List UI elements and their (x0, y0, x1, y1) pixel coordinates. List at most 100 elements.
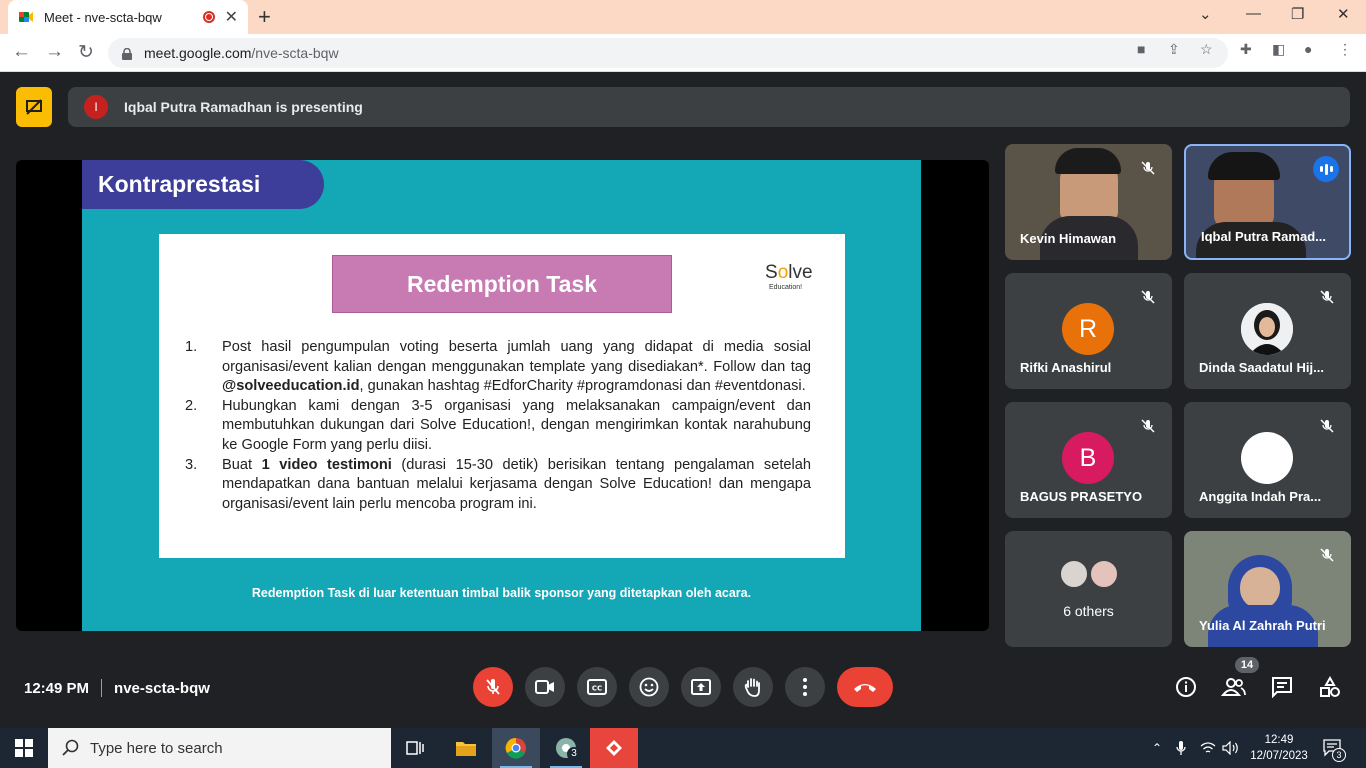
task-item: 2. Hubungkan kami dengan 3-5 organisasi … (185, 397, 811, 453)
network-icon[interactable] (1200, 728, 1216, 768)
notification-center-icon[interactable]: 3 (1323, 728, 1346, 768)
more-options-button[interactable] (785, 667, 825, 707)
chrome-icon (505, 737, 526, 759)
extensions-icon[interactable]: ✚ (1240, 41, 1252, 58)
reload-icon[interactable]: ↻ (78, 41, 94, 64)
participant-hair (1055, 148, 1121, 174)
task-view-button[interactable] (392, 728, 440, 768)
participant-avatar: B (1062, 432, 1114, 484)
card-heading: Redemption Task (332, 255, 672, 313)
back-icon[interactable]: ← (12, 41, 31, 63)
muted-mic-icon (1315, 543, 1339, 567)
participant-name: Rifki Anashirul (1020, 360, 1112, 375)
meeting-code: nve-scta-bqw (114, 679, 210, 697)
leave-call-button[interactable] (837, 667, 893, 707)
chrome-profile-taskbar-button[interactable]: 3 (542, 728, 590, 768)
participant-face (1240, 567, 1280, 609)
show-hidden-icons-icon[interactable]: ⌃ (1152, 728, 1162, 768)
file-explorer-button[interactable] (442, 728, 490, 768)
close-tab-icon[interactable]: ✕ (225, 7, 238, 27)
task-view-icon (406, 741, 424, 755)
participant-count-badge: 14 (1235, 657, 1259, 673)
presenting-banner: I Iqbal Putra Ramadhan is presenting (68, 87, 1350, 127)
participant-name: Iqbal Putra Ramad... (1201, 229, 1326, 244)
participant-tile[interactable]: R Rifki Anashirul (1005, 273, 1172, 389)
task-item: 1. Post hasil pengumpulan voting beserta… (185, 339, 811, 395)
stop-presenting-icon[interactable] (16, 87, 52, 127)
camera-blocked-icon[interactable]: ■ (1137, 41, 1145, 57)
bookmark-star-icon[interactable]: ☆ (1200, 41, 1213, 58)
anydesk-taskbar-button[interactable] (590, 728, 638, 768)
search-icon (62, 739, 79, 756)
others-count: 6 others (1063, 603, 1114, 619)
browser-menu-icon[interactable]: ⋮ (1338, 41, 1352, 58)
chat-icon[interactable] (1271, 676, 1293, 703)
recording-icon (202, 11, 215, 23)
start-button[interactable] (0, 728, 48, 768)
muted-mic-icon (1315, 285, 1339, 309)
reactions-button[interactable] (629, 667, 669, 707)
present-icon (691, 679, 711, 695)
participant-name: Kevin Himawan (1020, 231, 1117, 246)
chrome-taskbar-button[interactable] (492, 728, 540, 768)
participant-name: BAGUS PRASETYO (1020, 489, 1143, 504)
taskbar-clock[interactable]: 12:49 12/07/2023 (1246, 732, 1312, 764)
tab-title: Meet - nve-scta-bqw (44, 9, 162, 25)
minimize-icon[interactable]: — (1246, 5, 1261, 22)
divider (101, 679, 103, 697)
participant-tile[interactable]: Kevin Himawan (1005, 144, 1172, 260)
participant-tile[interactable]: Anggita Indah Pra... (1184, 402, 1351, 518)
captions-button[interactable]: CC (577, 667, 617, 707)
people-icon[interactable] (1220, 676, 1247, 703)
mic-off-icon (486, 679, 500, 695)
meeting-info: 12:49 PM nve-scta-bqw (24, 679, 210, 697)
svg-text:CC: CC (592, 685, 602, 693)
participant-tile[interactable]: B BAGUS PRASETYO (1005, 402, 1172, 518)
speaking-indicator-icon (1313, 156, 1339, 182)
slide-footer: Redemption Task di luar ketentuan timbal… (251, 586, 752, 600)
participant-avatar: R (1062, 303, 1114, 355)
present-now-button[interactable] (681, 667, 721, 707)
address-toolbar: ← → ↻ meet.google.com/nve-scta-bqw ■ ⇪ ☆… (0, 34, 1366, 72)
browser-tab-bar: Meet - nve-scta-bqw ✕ + ⌄ — ❐ ✕ (0, 0, 1366, 34)
participant-name: Yulia Al Zahrah Putri (1199, 618, 1326, 633)
microphone-tray-icon[interactable] (1176, 728, 1186, 768)
forward-icon[interactable]: → (45, 41, 64, 63)
browser-tab-meet[interactable]: Meet - nve-scta-bqw ✕ (8, 0, 248, 34)
tab-search-chevron-icon[interactable]: ⌄ (1199, 5, 1212, 23)
activities-icon[interactable] (1319, 675, 1341, 703)
share-icon[interactable]: ⇪ (1168, 41, 1180, 58)
camera-icon (535, 680, 554, 694)
new-tab-icon[interactable]: + (258, 4, 271, 30)
restore-icon[interactable]: ❐ (1291, 5, 1304, 23)
profile-avatar-icon[interactable]: ● (1304, 41, 1312, 57)
meeting-details-icon[interactable] (1175, 676, 1197, 703)
taskbar-search-box[interactable]: Type here to search (48, 728, 391, 768)
presenting-text: Iqbal Putra Ramadhan is presenting (124, 99, 363, 115)
participant-tile[interactable]: Yulia Al Zahrah Putri (1184, 531, 1351, 647)
address-bar[interactable]: meet.google.com/nve-scta-bqw (108, 38, 1228, 68)
more-vert-icon (803, 678, 807, 696)
close-window-icon[interactable]: ✕ (1337, 5, 1350, 23)
search-placeholder: Type here to search (90, 739, 223, 757)
others-tile[interactable]: 6 others (1005, 531, 1172, 647)
microphone-off-button[interactable] (473, 667, 513, 707)
muted-mic-icon (1136, 285, 1160, 309)
volume-icon[interactable] (1222, 728, 1240, 768)
participant-name: Anggita Indah Pra... (1199, 489, 1322, 504)
windows-taskbar: Type here to search 3 ⌃ 12:49 12/07/2023… (0, 728, 1366, 768)
participant-tile[interactable]: Dinda Saadatul Hij... (1184, 273, 1351, 389)
meet-favicon-icon (18, 9, 34, 25)
solve-education-logo: Solve Education! (765, 262, 813, 291)
raise-hand-button[interactable] (733, 667, 773, 707)
camera-button[interactable] (525, 667, 565, 707)
notification-count-badge: 3 (1332, 748, 1346, 762)
presenter-avatar: I (84, 95, 108, 119)
lock-icon (122, 47, 132, 60)
clock-date: 12/07/2023 (1250, 750, 1308, 762)
side-panel-icon[interactable]: ◧ (1272, 41, 1285, 58)
participant-tile[interactable]: Iqbal Putra Ramad... (1184, 144, 1351, 260)
emoji-icon (639, 677, 659, 697)
muted-mic-icon (1315, 414, 1339, 438)
windows-logo-icon (15, 739, 33, 757)
